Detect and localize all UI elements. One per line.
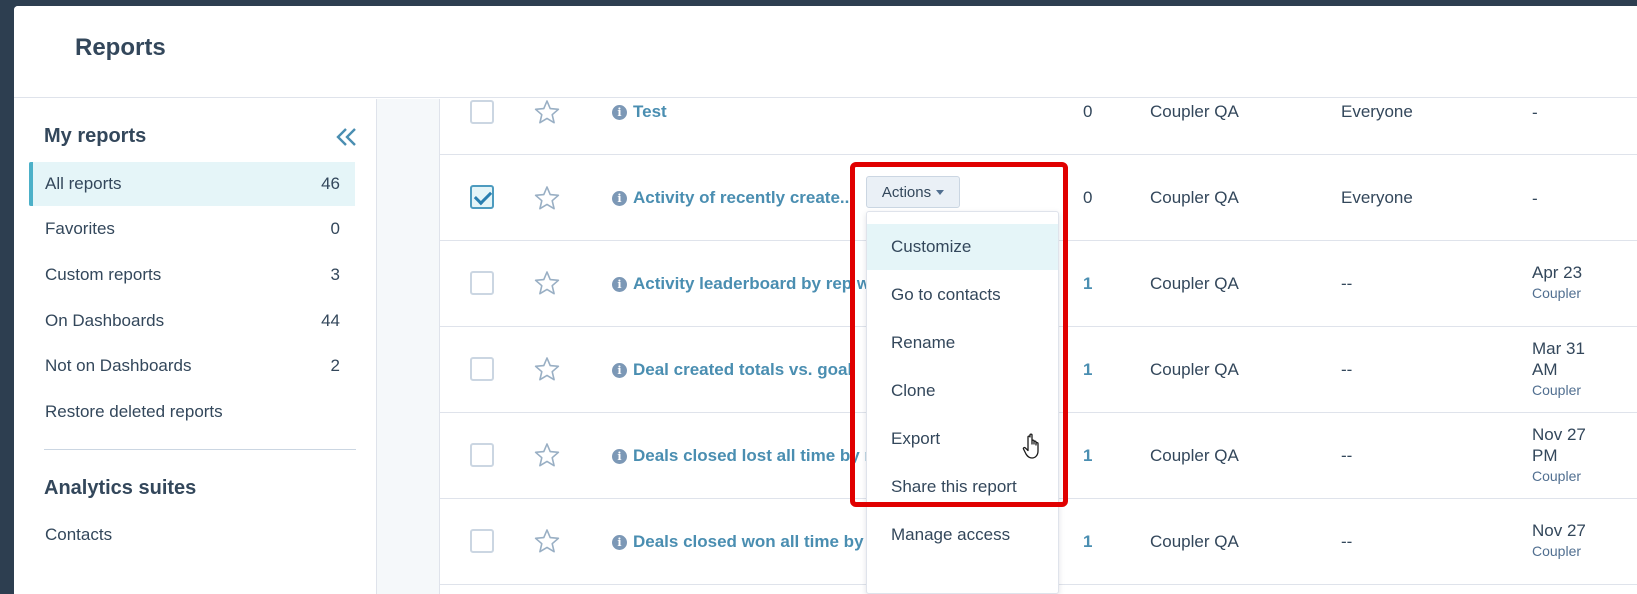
- sidebar-item-count: 46: [321, 174, 340, 193]
- report-owner: Coupler QA: [1150, 188, 1239, 207]
- report-date: Nov 27 Coupler: [1532, 520, 1586, 562]
- actions-dropdown-button[interactable]: Actions: [866, 176, 960, 208]
- report-date-author: Coupler: [1532, 382, 1582, 398]
- favorite-star-icon[interactable]: [534, 270, 560, 296]
- dashboard-count-link[interactable]: 1: [1083, 532, 1092, 552]
- sidebar-item-restore-deleted[interactable]: Restore deleted reports: [29, 390, 355, 434]
- report-date-author: Coupler: [1532, 285, 1582, 301]
- sidebar-item-count: 2: [330, 356, 340, 375]
- report-owner: Coupler QA: [1150, 360, 1239, 379]
- dashboard-count: 0: [1083, 102, 1093, 121]
- sidebar-item-count: 0: [330, 219, 340, 238]
- report-date: -: [1532, 189, 1538, 208]
- report-access: --: [1341, 360, 1353, 379]
- report-owner: Coupler QA: [1150, 274, 1239, 293]
- report-access: --: [1341, 532, 1353, 551]
- favorite-star-icon[interactable]: [534, 185, 560, 211]
- sidebar-item-label: Not on Dashboards: [45, 356, 192, 375]
- report-access: Everyone: [1341, 102, 1413, 121]
- table-row: i Test 0 Coupler QA Everyone -: [440, 69, 1637, 155]
- report-date-time: AM: [1532, 360, 1558, 379]
- report-owner: Coupler QA: [1150, 446, 1239, 465]
- collapse-sidebar-icon[interactable]: [334, 126, 360, 148]
- sidebar-item-contacts[interactable]: Contacts: [29, 513, 355, 557]
- report-name-link[interactable]: Deals closed won all time by r: [633, 532, 875, 552]
- favorite-star-icon[interactable]: [534, 528, 560, 554]
- row-checkbox[interactable]: [470, 357, 494, 381]
- report-date-line: Mar 31: [1532, 339, 1585, 358]
- sidebar-item-favorites[interactable]: Favorites 0: [29, 207, 355, 251]
- dashboard-count-link[interactable]: 1: [1083, 274, 1092, 294]
- menu-item-rename[interactable]: Rename: [867, 320, 1058, 366]
- menu-item-clone[interactable]: Clone: [867, 368, 1058, 414]
- report-date-line: Apr 23: [1532, 263, 1583, 282]
- hand-pointer-cursor-icon: [1022, 433, 1039, 459]
- report-name-link[interactable]: Activity of recently create...: [633, 188, 854, 208]
- menu-item-share-report[interactable]: Share this report: [867, 464, 1058, 510]
- info-icon: i: [612, 449, 627, 464]
- info-icon: i: [612, 277, 627, 292]
- actions-menu: Customize Go to contacts Rename Clone Ex…: [866, 211, 1059, 594]
- reports-page: Reports My reports All reports 46 Favori…: [14, 6, 1637, 594]
- report-date-author: Coupler: [1532, 543, 1582, 559]
- sidebar: My reports All reports 46 Favorites 0 Cu…: [14, 99, 377, 594]
- info-icon: i: [612, 363, 627, 378]
- report-access: --: [1341, 274, 1353, 293]
- sidebar-divider: [44, 449, 356, 450]
- row-checkbox[interactable]: [470, 271, 494, 295]
- report-access: --: [1341, 446, 1353, 465]
- my-reports-heading: My reports: [44, 125, 147, 147]
- sidebar-item-label: All reports: [45, 174, 122, 193]
- sidebar-item-count: 3: [330, 265, 340, 284]
- dashboard-count: 0: [1083, 188, 1093, 207]
- sidebar-item-not-on-dashboards[interactable]: Not on Dashboards 2: [29, 344, 355, 388]
- sidebar-item-label: On Dashboards: [45, 311, 165, 330]
- report-name-link[interactable]: Test: [633, 102, 667, 122]
- report-access: Everyone: [1341, 188, 1413, 207]
- table-gutter: [377, 99, 440, 594]
- sidebar-item-label: Custom reports: [45, 265, 162, 284]
- info-icon: i: [612, 105, 627, 120]
- menu-item-customize[interactable]: Customize: [867, 224, 1058, 270]
- info-icon: i: [612, 191, 627, 206]
- report-date-line: Nov 27: [1532, 521, 1586, 540]
- favorite-star-icon[interactable]: [534, 442, 560, 468]
- report-date: -: [1532, 103, 1538, 122]
- analytics-suites-heading: Analytics suites: [44, 477, 197, 499]
- report-date: Nov 27 PM Coupler: [1532, 424, 1586, 487]
- actions-button-label: Actions: [881, 183, 932, 201]
- sidebar-item-label: Favorites: [45, 219, 115, 238]
- row-checkbox[interactable]: [470, 100, 494, 124]
- report-name-link[interactable]: Activity leaderboard by rep w: [633, 274, 870, 294]
- dashboard-count-link[interactable]: 1: [1083, 446, 1092, 466]
- menu-item-go-to-contacts[interactable]: Go to contacts: [867, 272, 1058, 318]
- sidebar-item-label: Contacts: [45, 525, 113, 544]
- row-checkbox[interactable]: [470, 443, 494, 467]
- dashboard-count-link[interactable]: 1: [1083, 360, 1092, 380]
- page-title: Reports: [75, 34, 166, 61]
- report-date-line: Nov 27: [1532, 425, 1586, 444]
- report-owner: Coupler QA: [1150, 532, 1239, 551]
- report-name-link[interactable]: Deal created totals vs. goal: [633, 360, 852, 380]
- favorite-star-icon[interactable]: [534, 99, 560, 125]
- sidebar-item-label: Restore deleted reports: [45, 402, 223, 421]
- report-date: Mar 31 AM Coupler: [1532, 338, 1585, 401]
- info-icon: i: [612, 535, 627, 550]
- row-checkbox[interactable]: [470, 185, 494, 209]
- sidebar-item-custom-reports[interactable]: Custom reports 3: [29, 253, 355, 297]
- row-checkbox[interactable]: [470, 529, 494, 553]
- report-date-time: PM: [1532, 446, 1558, 465]
- report-date-author: Coupler: [1532, 468, 1582, 484]
- caret-down-icon: [936, 190, 945, 195]
- report-owner: Coupler QA: [1150, 102, 1239, 121]
- report-name-link[interactable]: Deals closed lost all time by r: [633, 446, 871, 466]
- sidebar-item-all-reports[interactable]: All reports 46: [29, 162, 355, 206]
- favorite-star-icon[interactable]: [534, 356, 560, 382]
- menu-item-manage-access[interactable]: Manage access: [867, 512, 1058, 558]
- report-date: Apr 23 Coupler: [1532, 262, 1582, 304]
- sidebar-item-count: 44: [321, 311, 340, 330]
- sidebar-item-on-dashboards[interactable]: On Dashboards 44: [29, 299, 355, 343]
